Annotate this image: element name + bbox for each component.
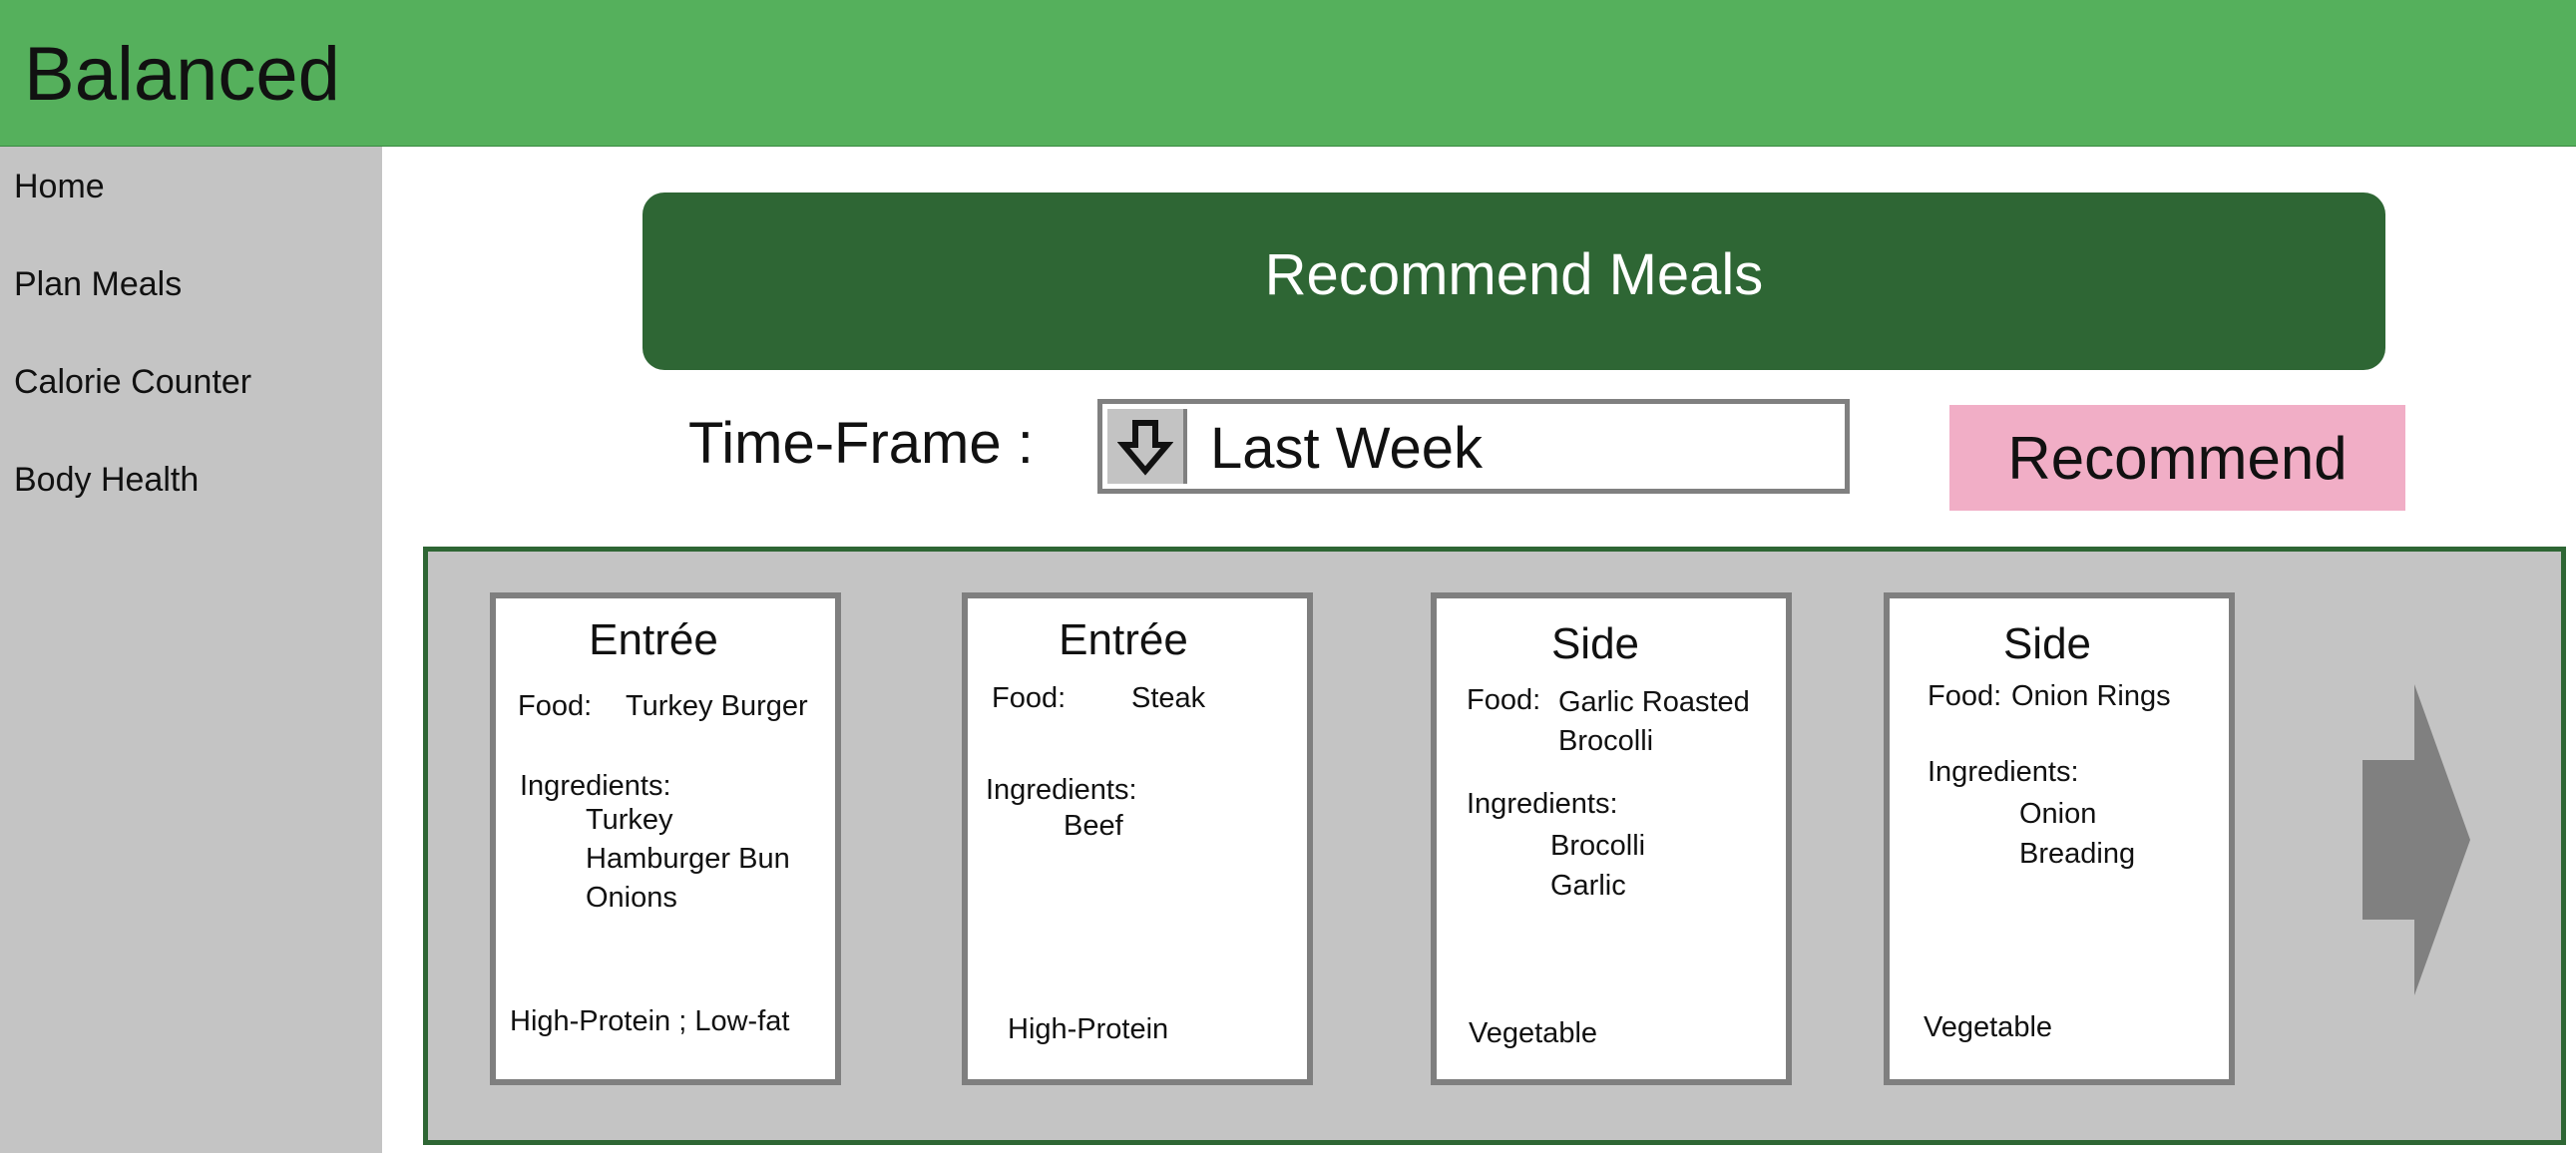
card-category: Side (1550, 619, 1640, 668)
arrow-right-icon (2362, 684, 2470, 995)
timeframe-label: Time-Frame : (688, 411, 1034, 476)
card-food: Onion Rings (2011, 680, 2171, 712)
card-tags: Vegetable (1924, 1011, 2053, 1043)
card-food: Brocolli (1558, 725, 1654, 757)
card-ingredient: Onions (586, 882, 677, 914)
recommend-meals-banner[interactable]: Recommend Meals (643, 192, 2385, 370)
sidebar-item-body-health[interactable]: Body Health (14, 460, 199, 500)
card-category: Side (2002, 619, 2092, 668)
timeframe-dropdown-button[interactable] (1107, 409, 1187, 484)
card-tags: High-Protein (1008, 1013, 1169, 1045)
card-tags: High-Protein ; Low-fat (510, 1005, 790, 1037)
next-page-button[interactable] (2355, 678, 2474, 1002)
card-food: Turkey Burger (626, 690, 808, 722)
sidebar-item-calorie-counter[interactable]: Calorie Counter (14, 362, 251, 402)
app-title: Balanced (24, 32, 340, 117)
card-food: Steak (1131, 682, 1206, 714)
sidebar-item-plan-meals[interactable]: Plan Meals (14, 264, 182, 304)
card-food-label: Food: (1928, 680, 2002, 712)
card-food-label: Food: (992, 682, 1067, 714)
card-category: Entrée (1059, 615, 1188, 664)
card-ingredients-label: Ingredients: (1467, 788, 1618, 820)
card-food: Garlic Roasted (1558, 686, 1750, 718)
timeframe-select[interactable]: Last Week (1097, 399, 1850, 494)
card-ingredient: Turkey (586, 804, 673, 836)
meal-card[interactable]: Entrée Food: Steak Ingredients: Beef Hig… (962, 592, 1313, 1085)
card-ingredient: Beef (1064, 810, 1123, 842)
sidebar: Home Plan Meals Calorie Counter Body Hea… (0, 147, 382, 1153)
timeframe-value: Last Week (1210, 416, 1483, 481)
app-header: Balanced (0, 0, 2576, 147)
meal-card[interactable]: Side Food: Garlic Roasted Brocolli Ingre… (1431, 592, 1792, 1085)
card-food-label: Food: (518, 690, 593, 722)
card-ingredient: Breading (2019, 838, 2136, 870)
arrow-down-icon (1117, 419, 1173, 476)
meal-card[interactable]: Entrée Food: Turkey Burger Ingredients: … (490, 592, 841, 1085)
card-ingredients-label: Ingredients: (986, 774, 1137, 806)
card-tags: Vegetable (1469, 1017, 1598, 1049)
card-ingredient: Brocolli (1550, 830, 1646, 862)
card-ingredients-label: Ingredients: (1928, 756, 2079, 788)
card-ingredient: Garlic (1550, 870, 1626, 902)
meal-card[interactable]: Side Food: Onion Rings Ingredients: Onio… (1884, 592, 2235, 1085)
card-ingredient: Onion (2019, 798, 2097, 830)
sidebar-item-home[interactable]: Home (14, 167, 105, 206)
card-food-label: Food: (1467, 684, 1541, 716)
card-ingredients-label: Ingredients: (520, 770, 671, 802)
card-category: Entrée (589, 615, 718, 664)
recommend-button[interactable]: Recommend (1949, 405, 2405, 511)
card-ingredient: Hamburger Bun (586, 843, 790, 875)
